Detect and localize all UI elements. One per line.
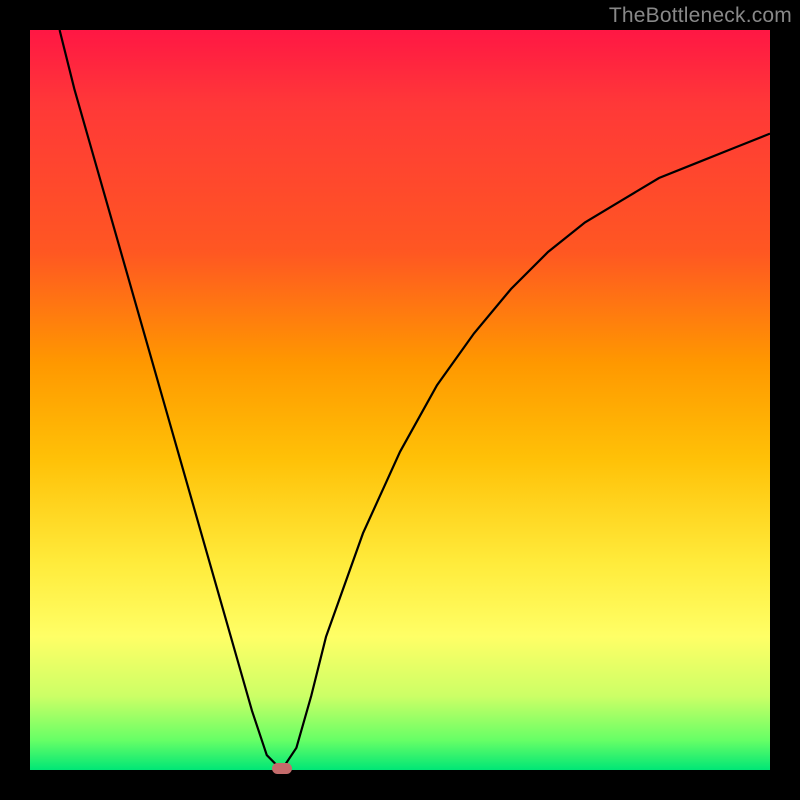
chart-frame: TheBottleneck.com <box>0 0 800 800</box>
optimal-point-marker <box>272 763 292 774</box>
plot-area <box>30 30 770 770</box>
bottleneck-curve <box>30 30 770 770</box>
watermark-text: TheBottleneck.com <box>609 4 792 28</box>
